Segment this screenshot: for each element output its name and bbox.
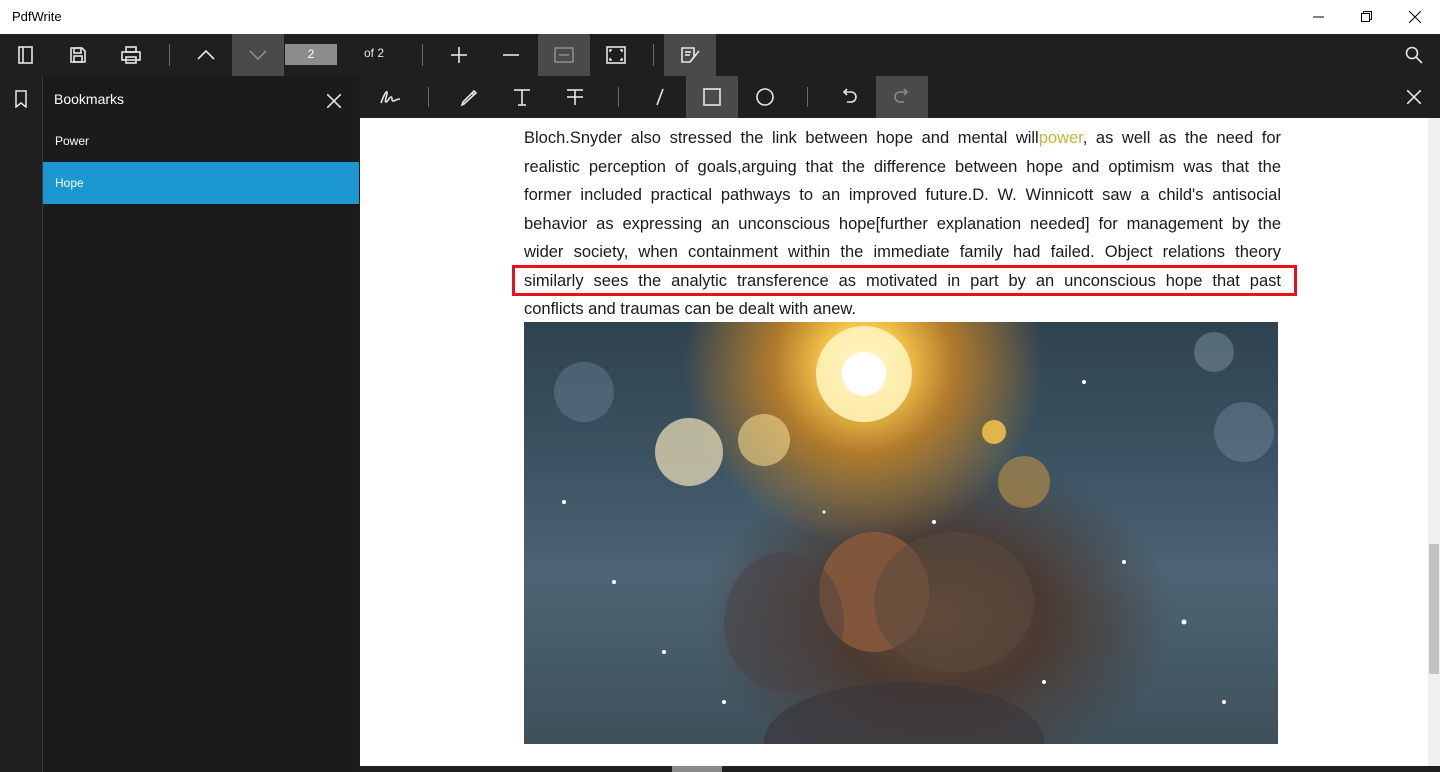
text-line: behavior as expressing an unconscious ho… xyxy=(524,214,1281,233)
rectangle-annotation[interactable] xyxy=(512,265,1297,296)
previous-page-button[interactable] xyxy=(180,34,232,76)
fit-width-button[interactable] xyxy=(538,34,590,76)
page-total-label: of 2 xyxy=(364,46,385,60)
close-bookmarks-button[interactable] xyxy=(323,90,345,112)
print-button[interactable] xyxy=(105,34,157,76)
zoom-in-button[interactable] xyxy=(433,34,485,76)
redo-button[interactable] xyxy=(876,76,928,118)
zoom-in-icon xyxy=(451,47,467,63)
toolbar-divider xyxy=(422,44,423,66)
document-photo xyxy=(524,322,1278,744)
line-icon xyxy=(656,88,664,106)
highlighted-word: power xyxy=(1038,129,1083,147)
toolbar-divider xyxy=(653,44,654,66)
undo-icon xyxy=(842,88,857,103)
close-window-button[interactable] xyxy=(1392,0,1438,34)
vertical-scrollbar[interactable] xyxy=(1428,118,1440,766)
save-button[interactable] xyxy=(52,34,104,76)
close-annotation-toolbar-button[interactable] xyxy=(1388,76,1440,118)
save-icon xyxy=(70,47,86,63)
scrollbar-thumb[interactable] xyxy=(1429,544,1439,674)
annotation-toolbar xyxy=(360,76,1440,118)
bookmark-icon xyxy=(15,90,27,108)
sidebar-toggle-icon xyxy=(18,46,33,64)
main-toolbar xyxy=(0,34,1440,76)
next-page-button[interactable] xyxy=(232,34,284,76)
left-rail xyxy=(0,76,43,772)
annotate-icon xyxy=(681,47,700,63)
fit-width-icon xyxy=(554,47,574,63)
text-line: wider society, when containment within t… xyxy=(524,243,1281,261)
rectangle-icon xyxy=(703,88,721,106)
text-line: former included practical pathways to an… xyxy=(524,186,1281,204)
app-title: PdfWrite xyxy=(12,9,62,24)
signature-tool-button[interactable] xyxy=(364,76,416,118)
annotate-button[interactable] xyxy=(664,34,716,76)
ellipse-icon xyxy=(756,88,774,106)
text-line: realistic perception of goals,arguing th… xyxy=(524,157,1281,176)
sidebar-toggle-button[interactable] xyxy=(0,34,52,76)
restore-icon xyxy=(1361,11,1372,22)
chevron-down-icon xyxy=(249,50,267,61)
minimize-button[interactable] xyxy=(1296,0,1342,34)
signature-icon xyxy=(380,91,401,104)
line-tool-button[interactable] xyxy=(634,76,686,118)
scrollbar-thumb[interactable] xyxy=(672,766,722,772)
title-bar: PdfWrite xyxy=(0,0,1440,34)
page-number-input[interactable] xyxy=(285,44,337,65)
toolbar-divider xyxy=(618,87,619,107)
strikethrough-tool-button[interactable] xyxy=(549,76,601,118)
highlighter-icon xyxy=(460,89,478,106)
horizontal-scrollbar[interactable] xyxy=(360,766,1440,772)
close-icon xyxy=(327,94,341,108)
redo-icon xyxy=(894,88,909,103)
fit-page-button[interactable] xyxy=(590,34,642,76)
toolbar-divider xyxy=(428,87,429,107)
text-segment: Bloch.Snyder also stressed the link betw… xyxy=(524,129,1039,147)
bookmarks-title: Bookmarks xyxy=(54,91,125,107)
toolbar-divider xyxy=(169,44,170,66)
close-icon xyxy=(1407,90,1421,104)
document-page[interactable]: Bloch.Snyder also stressed the link betw… xyxy=(360,118,1428,766)
text-tool-button[interactable] xyxy=(496,76,548,118)
restore-button[interactable] xyxy=(1344,0,1390,34)
fit-page-icon xyxy=(606,46,626,64)
bookmarks-panel: Bookmarks Power Hope xyxy=(43,76,359,772)
search-button[interactable] xyxy=(1388,34,1440,76)
bookmark-item-power[interactable]: Power xyxy=(43,120,359,162)
zoom-out-button[interactable] xyxy=(485,34,537,76)
bookmark-item-hope[interactable]: Hope xyxy=(43,162,359,204)
undo-button[interactable] xyxy=(823,76,875,118)
chevron-up-icon xyxy=(197,49,215,60)
zoom-out-icon xyxy=(503,54,519,56)
rectangle-tool-button[interactable] xyxy=(686,76,738,118)
minimize-icon xyxy=(1313,16,1324,18)
close-icon xyxy=(1409,11,1421,23)
sparkler-photo-graphic xyxy=(554,326,1274,744)
text-segment: , as well as the need for xyxy=(1082,129,1281,147)
strikethrough-icon xyxy=(567,89,583,105)
text-line: conflicts and traumas can be dealt with … xyxy=(524,300,857,318)
highlighter-tool-button[interactable] xyxy=(444,76,496,118)
ellipse-tool-button[interactable] xyxy=(739,76,791,118)
search-icon xyxy=(1405,46,1423,64)
bookmarks-button[interactable] xyxy=(8,86,34,112)
text-icon xyxy=(514,89,530,106)
print-icon xyxy=(121,46,141,64)
text-line: Bloch.Snyder also stressed the link betw… xyxy=(524,124,1281,153)
toolbar-divider xyxy=(807,87,808,107)
